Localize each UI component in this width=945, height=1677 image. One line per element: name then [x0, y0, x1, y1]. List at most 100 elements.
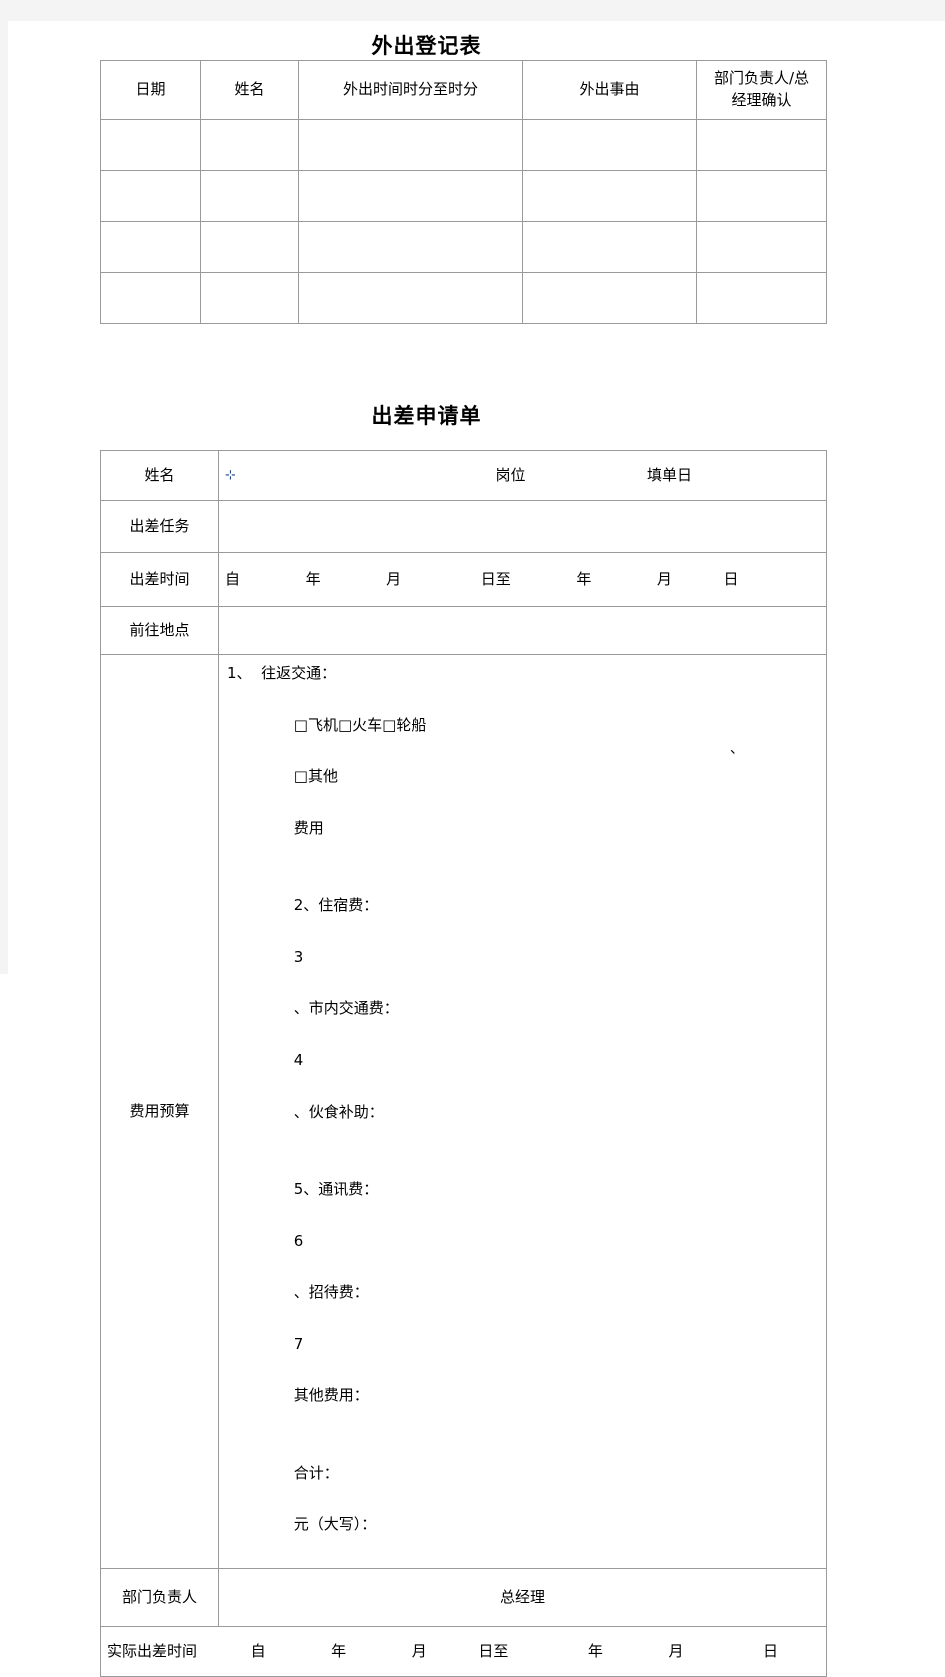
cell-date[interactable]: [100, 170, 201, 222]
cell-name[interactable]: [200, 272, 299, 324]
budget-item-lodging: 2、住宿费：: [293, 896, 379, 915]
actual-day2-label: 日: [763, 1641, 779, 1660]
actual-month2-label: 月: [668, 1641, 684, 1660]
stray-punctuation-mark: 、: [730, 741, 744, 757]
top-margin-band: [0, 0, 945, 21]
row-label-name: 姓名: [100, 450, 219, 501]
table-row-destination: 前往地点: [100, 606, 827, 655]
field-label-fill-date: 填单日: [647, 465, 693, 484]
business-trip-application-table: 姓名 ⊹ 岗位 填单日 出差任务 出差时间 自 年 月 日至 年 月 日 前往地…: [100, 450, 827, 1677]
time-month1-label: 月: [386, 569, 402, 588]
cell-date[interactable]: [100, 221, 201, 273]
actual-year1-label: 年: [331, 1641, 347, 1660]
time-year2-label: 年: [576, 569, 592, 588]
time-month2-label: 月: [656, 569, 672, 588]
table-row: [100, 221, 827, 273]
column-header-approval-line1: 部门负责人/总: [713, 69, 810, 88]
actual-from-label: 自: [250, 1641, 266, 1660]
cell-approval[interactable]: [696, 170, 827, 222]
cell-reason[interactable]: [522, 170, 697, 222]
budget-fee-label: 费用: [293, 818, 324, 837]
cell-date[interactable]: [100, 272, 201, 324]
row-value-general-manager[interactable]: 总经理: [218, 1567, 827, 1627]
row-label-trip-time: 出差时间: [100, 552, 219, 607]
actual-month1-label: 月: [411, 1641, 427, 1660]
table-row: [100, 119, 827, 171]
row-label-actual-time: 实际出差时间: [107, 1641, 198, 1660]
budget-number-3: 3: [293, 947, 304, 966]
column-header-name: 姓名: [200, 60, 299, 120]
row-value-name-post-date[interactable]: ⊹ 岗位 填单日: [218, 450, 827, 501]
checkbox-train[interactable]: □火车: [338, 716, 382, 734]
outing-form-title: 外出登记表: [371, 34, 482, 58]
time-from-label: 自: [225, 569, 241, 588]
row-value-destination[interactable]: [218, 606, 827, 655]
table-row: [100, 272, 827, 324]
row-value-budget[interactable]: 1、 往返交通： □飞机□火车□轮船 □其他 费用 2、住宿费： 3 、市内交通…: [218, 654, 827, 1569]
row-actual-trip-time[interactable]: 实际出差时间 自 年 月 日至 年 月 日: [100, 1625, 827, 1677]
checkbox-ship[interactable]: □轮船: [382, 716, 426, 734]
budget-item-meal: 、伙食补助：: [293, 1102, 384, 1121]
column-header-time-range: 外出时间时分至时分: [298, 60, 523, 120]
table-row: [100, 170, 827, 222]
budget-item-other-fee: 其他费用：: [293, 1386, 369, 1405]
cell-approval[interactable]: [696, 272, 827, 324]
cell-approval[interactable]: [696, 221, 827, 273]
cell-name[interactable]: [200, 221, 299, 273]
budget-item-city-transport: 、市内交通费：: [293, 999, 399, 1018]
cell-name[interactable]: [200, 119, 299, 171]
table-row-name: 姓名 ⊹ 岗位 填单日: [100, 450, 827, 501]
cursor-artifact-icon: ⊹: [225, 467, 236, 483]
general-manager-label: 总经理: [499, 1587, 545, 1606]
cell-date[interactable]: [100, 119, 201, 171]
row-value-trip-time[interactable]: 自 年 月 日至 年 月 日: [218, 552, 827, 607]
cell-name[interactable]: [200, 170, 299, 222]
budget-items-line-1: 2、住宿费： 3 、市内交通费： 4 、伙食补助：: [227, 867, 820, 1151]
row-value-task[interactable]: [218, 500, 827, 553]
time-year1-label: 年: [305, 569, 321, 588]
document-page: 外出登记表 日期 姓名 外出时间时分至时分 外出事由 部门负责人/总 经理确认: [8, 21, 945, 1677]
budget-number-4: 4: [293, 1050, 304, 1069]
row-label-destination: 前往地点: [100, 606, 219, 655]
cell-time-range[interactable]: [298, 119, 523, 171]
cell-reason[interactable]: [522, 119, 697, 171]
field-label-post: 岗位: [495, 465, 526, 484]
table-row-approvers: 部门负责人 总经理: [100, 1567, 827, 1627]
budget-transport-options[interactable]: □飞机□火车□轮船 □其他 费用: [227, 687, 820, 868]
actual-day-to-label: 日至: [478, 1641, 509, 1660]
cell-reason[interactable]: [522, 272, 697, 324]
time-day-to-label: 日至: [480, 569, 511, 588]
cell-time-range[interactable]: [298, 170, 523, 222]
column-header-approval: 部门负责人/总 经理确认: [696, 60, 827, 120]
row-label-task: 出差任务: [100, 500, 219, 553]
budget-amount-in-words-label: 元（大写）：: [293, 1515, 377, 1534]
time-day2-label: 日: [723, 569, 739, 588]
table-header-row: 日期 姓名 外出时间时分至时分 外出事由 部门负责人/总 经理确认: [100, 60, 827, 120]
budget-transport-heading: 1、 往返交通：: [227, 664, 337, 682]
left-margin-strip: [0, 21, 8, 974]
checkbox-plane[interactable]: □飞机: [294, 716, 338, 734]
budget-items-line-2: 5、通讯费： 6 、招待费： 7 其他费用：: [227, 1151, 820, 1435]
column-header-date: 日期: [100, 60, 201, 120]
budget-item-hospitality: 、招待费：: [293, 1283, 369, 1302]
column-header-reason: 外出事由: [522, 60, 697, 120]
outing-register-table: 日期 姓名 外出时间时分至时分 外出事由 部门负责人/总 经理确认: [100, 60, 827, 324]
budget-item-communication: 5、通讯费：: [293, 1179, 379, 1198]
table-row-budget: 费用预算 1、 往返交通： □飞机□火车□轮船 □其他 费用 2、住宿费： 3 …: [100, 654, 827, 1569]
budget-number-7: 7: [293, 1334, 304, 1353]
cell-reason[interactable]: [522, 221, 697, 273]
title-table-spacer: [8, 430, 945, 450]
cell-time-range[interactable]: [298, 272, 523, 324]
actual-year2-label: 年: [587, 1641, 603, 1660]
budget-total-line: 合计： 元（大写）：: [227, 1435, 820, 1564]
cell-approval[interactable]: [696, 119, 827, 171]
row-label-department-head: 部门负责人: [100, 1567, 219, 1627]
budget-number-6: 6: [293, 1231, 304, 1250]
cell-time-range[interactable]: [298, 221, 523, 273]
table-row-task: 出差任务: [100, 500, 827, 553]
checkbox-other[interactable]: □其他: [294, 767, 338, 785]
table-row-actual-time: 实际出差时间 自 年 月 日至 年 月 日: [100, 1625, 827, 1677]
budget-total-label: 合计：: [293, 1463, 339, 1482]
row-label-budget: 费用预算: [100, 654, 219, 1569]
